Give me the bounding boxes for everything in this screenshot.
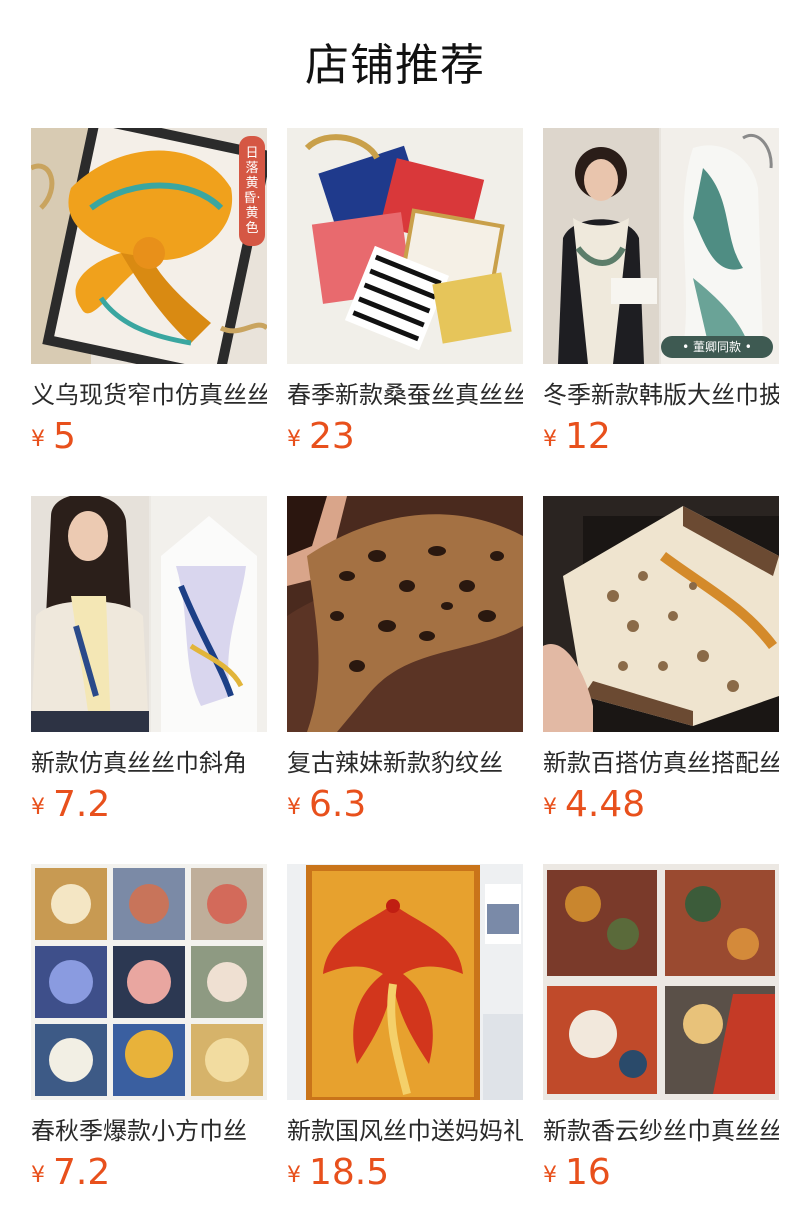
product-badge: 日落黄昏·黄色 — [239, 136, 265, 246]
product-name[interactable]: 新款仿真丝丝巾斜角 — [31, 746, 267, 780]
product-image[interactable] — [543, 864, 779, 1100]
price-value: 6.3 — [309, 784, 367, 825]
price-value: 23 — [309, 416, 355, 457]
currency-symbol: ¥ — [287, 427, 301, 452]
product-name[interactable]: 新款百搭仿真丝搭配丝巾 — [543, 746, 779, 780]
price-value: 16 — [565, 1152, 611, 1193]
product-price: ¥12 — [543, 416, 779, 457]
currency-symbol: ¥ — [31, 795, 45, 820]
product-card[interactable]: 新款国风丝巾送妈妈礼物 ¥18.5 — [287, 864, 523, 1193]
product-price: ¥7.2 — [31, 1152, 267, 1193]
product-card[interactable]: 新款百搭仿真丝搭配丝巾 ¥4.48 — [543, 496, 779, 825]
product-price: ¥4.48 — [543, 784, 779, 825]
currency-symbol: ¥ — [543, 795, 557, 820]
product-name[interactable]: 新款国风丝巾送妈妈礼物 — [287, 1114, 523, 1148]
product-card[interactable]: 新款香云纱丝巾真丝丝巾 ¥16 — [543, 864, 779, 1193]
product-price: ¥6.3 — [287, 784, 523, 825]
product-price: ¥16 — [543, 1152, 779, 1193]
product-image[interactable]: 日落黄昏·黄色 — [31, 128, 267, 364]
currency-symbol: ¥ — [543, 427, 557, 452]
price-value: 7.2 — [53, 1152, 111, 1193]
product-tag: • 董卿同款 • — [661, 336, 773, 358]
price-value: 7.2 — [53, 784, 111, 825]
product-price: ¥7.2 — [31, 784, 267, 825]
currency-symbol: ¥ — [31, 1163, 45, 1188]
product-card[interactable]: 新款仿真丝丝巾斜角 ¥7.2 — [31, 496, 267, 825]
product-name[interactable]: 义乌现货窄巾仿真丝丝巾 — [31, 378, 267, 412]
product-image[interactable] — [31, 496, 267, 732]
currency-symbol: ¥ — [287, 795, 301, 820]
price-value: 12 — [565, 416, 611, 457]
product-card[interactable]: 日落黄昏·黄色 义乌现货窄巾仿真丝丝巾 ¥5 — [31, 128, 267, 457]
product-name[interactable]: 复古辣妹新款豹纹丝 — [287, 746, 523, 780]
product-card[interactable]: 春季新款桑蚕丝真丝丝巾 ¥23 — [287, 128, 523, 457]
product-image[interactable]: • 董卿同款 • — [543, 128, 779, 364]
page-title: 店铺推荐 — [305, 40, 485, 91]
price-value: 18.5 — [309, 1152, 390, 1193]
currency-symbol: ¥ — [543, 1163, 557, 1188]
product-card[interactable]: • 董卿同款 • 冬季新款韩版大丝巾披肩 ¥12 — [543, 128, 779, 457]
product-image[interactable] — [287, 496, 523, 732]
product-price: ¥18.5 — [287, 1152, 523, 1193]
currency-symbol: ¥ — [31, 427, 45, 452]
product-card[interactable]: 春秋季爆款小方巾丝 ¥7.2 — [31, 864, 267, 1193]
price-value: 5 — [53, 416, 76, 457]
product-price: ¥5 — [31, 416, 267, 457]
product-name[interactable]: 新款香云纱丝巾真丝丝巾 — [543, 1114, 779, 1148]
product-name[interactable]: 冬季新款韩版大丝巾披肩 — [543, 378, 779, 412]
product-price: ¥23 — [287, 416, 523, 457]
product-name[interactable]: 春季新款桑蚕丝真丝丝巾 — [287, 378, 523, 412]
product-image[interactable] — [543, 496, 779, 732]
product-image[interactable] — [287, 864, 523, 1100]
currency-symbol: ¥ — [287, 1163, 301, 1188]
price-value: 4.48 — [565, 784, 646, 825]
product-name[interactable]: 春秋季爆款小方巾丝 — [31, 1114, 267, 1148]
product-image[interactable] — [31, 864, 267, 1100]
product-image[interactable] — [287, 128, 523, 364]
product-card[interactable]: 复古辣妹新款豹纹丝 ¥6.3 — [287, 496, 523, 825]
